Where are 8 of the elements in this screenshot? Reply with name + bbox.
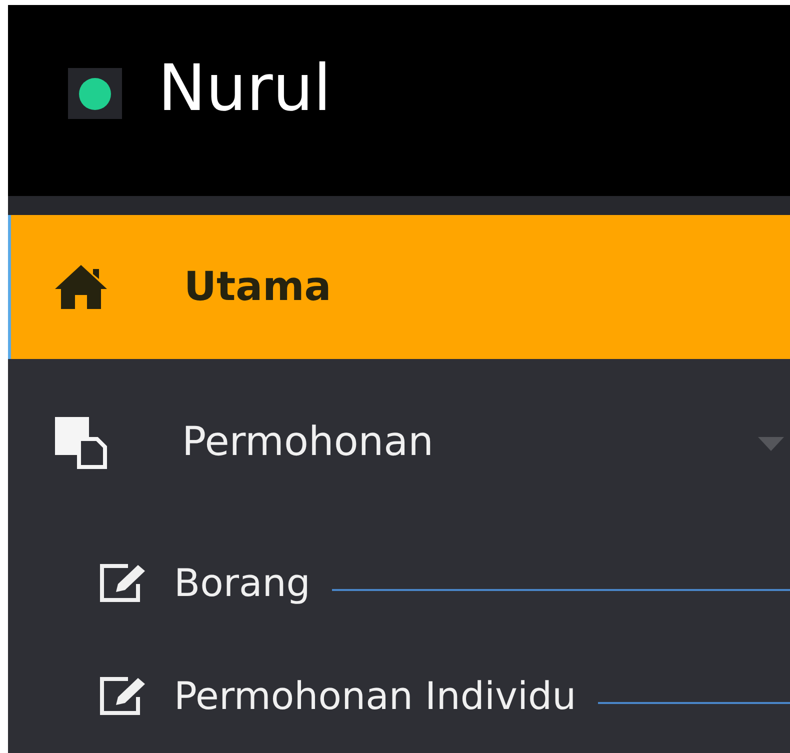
submenu-item[interactable]: Permohonan Individu — [174, 674, 576, 718]
menu-item[interactable]: Permohonan — [8, 358, 790, 526]
menu-item[interactable]: Utama — [8, 214, 790, 359]
home-icon — [53, 262, 109, 311]
documents-icon — [53, 415, 107, 470]
user-name: Nurul — [158, 51, 332, 128]
status-indicator — [68, 68, 122, 119]
submenu-item[interactable]: Borang — [174, 560, 310, 605]
